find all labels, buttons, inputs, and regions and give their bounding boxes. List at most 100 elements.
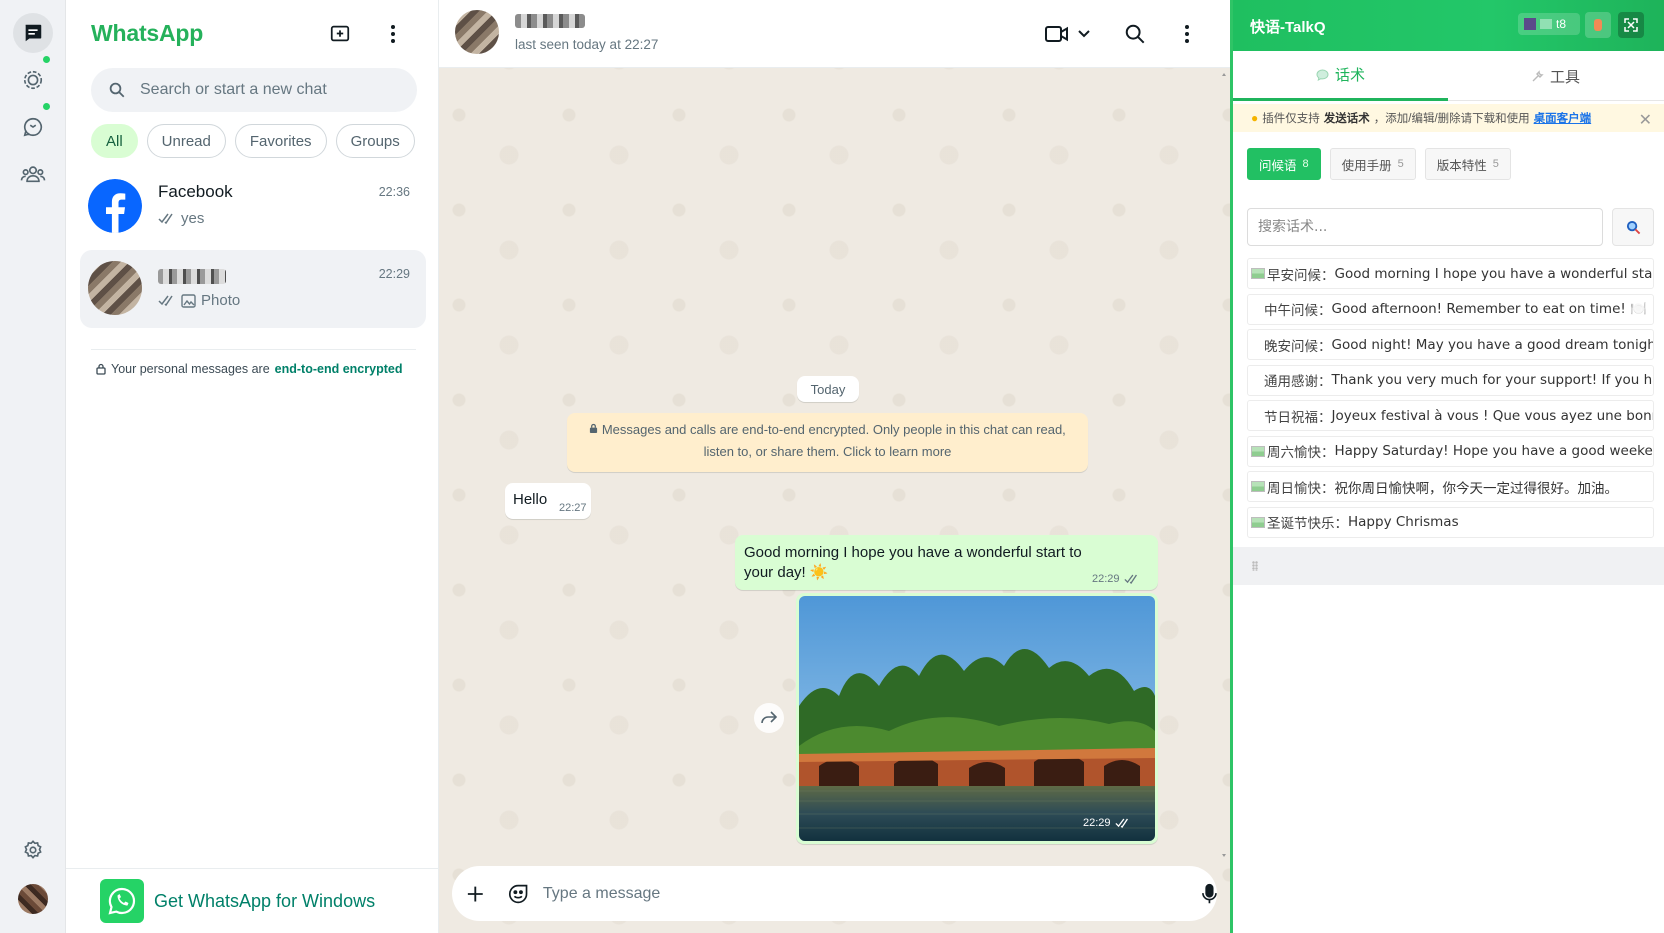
close-icon[interactable]: ✕ [1639, 110, 1652, 130]
get-whatsapp-banner[interactable]: Get WhatsApp for Windows [66, 868, 439, 933]
search-bar[interactable] [91, 68, 417, 112]
encryption-link[interactable]: end-to-end encrypted [275, 362, 403, 376]
search-icon [1125, 24, 1145, 44]
conversation-header[interactable]: last seen today at 22:27 [439, 0, 1230, 68]
search-chat-button[interactable] [1124, 17, 1146, 51]
navigation-rail [0, 0, 66, 933]
app-title: WhatsApp [91, 20, 204, 46]
search-input[interactable] [140, 81, 390, 99]
script-item[interactable]: 通用感谢： Thank you very much for your suppor… [1247, 364, 1654, 396]
category-manual[interactable]: 使用手册 5 [1329, 148, 1416, 180]
talkq-tabs: 话术 工具 [1233, 51, 1664, 101]
message-text: Good morning I hope you have a wonderful… [744, 544, 1082, 581]
search-icon [1626, 220, 1640, 234]
divider [91, 349, 416, 350]
script-item[interactable]: 晚安问候： Good night! May you have a good dre… [1247, 329, 1654, 360]
desktop-client-link[interactable]: 桌面客户端 [1534, 110, 1592, 126]
video-call-button[interactable] [1045, 17, 1091, 51]
chat-row-facebook[interactable]: Facebook 22:36 yes [80, 168, 426, 246]
talkq-categories: 问候语 8 使用手册 5 版本特性 5 [1247, 148, 1511, 180]
lock-icon [96, 363, 106, 375]
talkq-search-input[interactable] [1258, 219, 1588, 235]
filter-favorites[interactable]: Favorites [234, 124, 327, 158]
talkq-search-box[interactable] [1247, 208, 1603, 246]
contact-name-blurred [515, 14, 585, 28]
category-release-notes[interactable]: 版本特性 5 [1424, 148, 1511, 180]
image-icon [1251, 268, 1265, 279]
outgoing-message[interactable]: Good morning I hope you have a wonderful… [735, 535, 1158, 590]
talkq-notice-bar: ● 插件仅支持 发送话术 ，添加/编辑/删除请下载和使用 桌面客户端 ✕ [1233, 104, 1664, 132]
channels-icon [23, 117, 43, 137]
get-app-label: Get WhatsApp for Windows [154, 890, 376, 911]
talkq-header: 快语-TalkQ t8 [1233, 0, 1664, 51]
encryption-note-text: Your personal messages are [111, 362, 270, 376]
chats-nav-button[interactable] [13, 13, 53, 53]
more-vertical-icon [1185, 25, 1189, 43]
settings-nav-button[interactable] [13, 830, 53, 870]
chat-preview-text: Photo [201, 292, 241, 309]
search-icon [108, 81, 126, 99]
chat-preview: yes [158, 210, 204, 227]
microphone-icon[interactable] [1202, 883, 1217, 905]
talkq-expand-button[interactable] [1618, 12, 1644, 38]
new-chat-icon [330, 25, 350, 42]
talkq-search-button[interactable] [1612, 208, 1654, 246]
more-vertical-icon [391, 25, 395, 43]
script-item[interactable]: 周日愉快： 祝你周日愉快啊，你今天一定过得很好。加油。 [1247, 471, 1654, 502]
script-item[interactable]: 早安问候： Good morning I hope you have a wond… [1247, 258, 1654, 289]
script-item[interactable]: 中午问候： Good afternoon! Remember to eat on … [1247, 293, 1654, 325]
chat-preview: Photo [158, 292, 240, 309]
talkq-script-list: 早安问候： Good morning I hope you have a wond… [1247, 258, 1654, 542]
encryption-system-message[interactable]: Messages and calls are end-to-end encryp… [567, 413, 1088, 472]
chat-name-blurred [158, 269, 226, 284]
lock-icon [590, 423, 598, 433]
contact-last-seen: last seen today at 22:27 [515, 37, 659, 52]
new-chat-button[interactable] [323, 17, 357, 51]
chat-list-panel: WhatsApp All Unread Favorites Groups Fac… [66, 0, 439, 933]
photo-icon [181, 293, 196, 308]
double-check-icon [158, 213, 173, 224]
status-nav-button[interactable] [13, 60, 53, 100]
message-text: Hello [513, 491, 548, 508]
drag-handle-icon [1252, 561, 1258, 571]
filter-all[interactable]: All [91, 124, 138, 158]
menu-button[interactable] [376, 17, 410, 51]
wrench-icon [1532, 69, 1544, 81]
message-time: 22:29 [1083, 817, 1131, 829]
profile-avatar[interactable] [18, 884, 48, 914]
talkq-resize-bar[interactable] [1233, 547, 1664, 585]
forward-button[interactable] [754, 703, 784, 733]
scrollbar[interactable] [1221, 70, 1227, 860]
fullscreen-icon [1624, 18, 1638, 32]
script-item[interactable]: 圣诞节快乐： Happy Chrismas [1247, 506, 1654, 538]
tab-scripts[interactable]: 话术 [1233, 51, 1448, 101]
incoming-message[interactable]: Hello 22:27 [505, 483, 591, 519]
double-check-icon [1123, 574, 1137, 584]
outgoing-image-message[interactable]: 22:29 [796, 593, 1158, 844]
category-greetings[interactable]: 问候语 8 [1247, 148, 1321, 180]
encryption-note: Your personal messages are end-to-end en… [96, 362, 416, 376]
chat-menu-button[interactable] [1184, 17, 1190, 51]
script-item[interactable]: 周六愉快： Happy Saturday! Hope you have a goo… [1247, 435, 1654, 467]
talkq-user-badge[interactable]: t8 [1518, 13, 1580, 35]
image-icon [1251, 445, 1265, 457]
chat-time: 22:36 [378, 185, 410, 199]
sticker-icon[interactable] [507, 882, 529, 906]
message-input[interactable] [542, 884, 1083, 903]
talkq-action-button[interactable] [1585, 12, 1611, 38]
channels-nav-button[interactable] [13, 107, 53, 147]
message-time: 22:29 [1092, 573, 1140, 585]
filter-groups[interactable]: Groups [335, 124, 415, 158]
communities-icon [20, 166, 46, 183]
gear-icon [24, 840, 42, 859]
filter-unread[interactable]: Unread [146, 124, 226, 158]
fire-icon [1594, 19, 1602, 31]
system-message-line: Messages and calls are end-to-end encryp… [581, 419, 1074, 441]
script-item[interactable]: 节日祝福： Joyeux festival à vous ! Que vous a… [1247, 400, 1654, 431]
chat-time: 22:29 [378, 267, 410, 281]
communities-nav-button[interactable] [13, 154, 53, 194]
contact-avatar[interactable] [455, 10, 499, 54]
tab-tools[interactable]: 工具 [1448, 51, 1663, 101]
plus-icon[interactable] [466, 884, 485, 904]
chat-row-contact[interactable]: 22:29 Photo [80, 250, 426, 328]
